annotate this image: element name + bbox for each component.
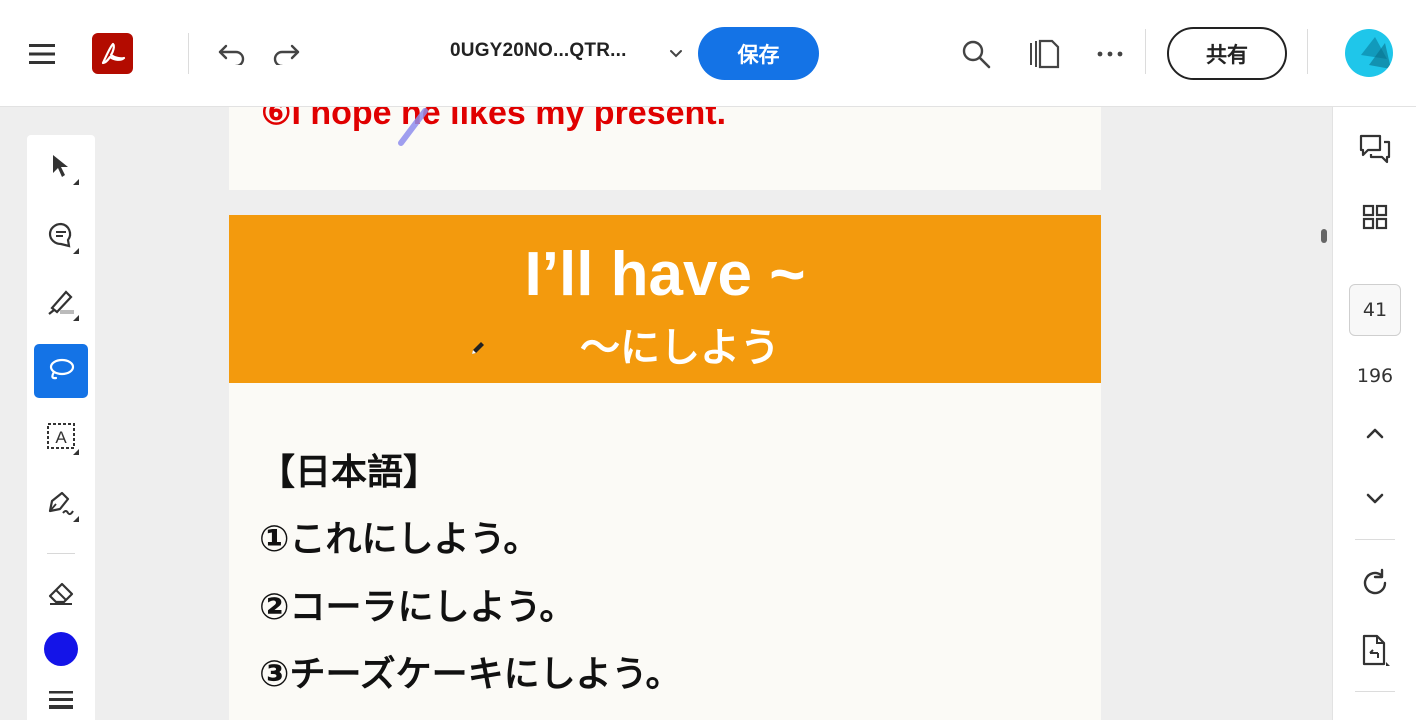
- eraser-icon: [46, 580, 76, 610]
- document-page-previous: ⑥I hope he likes my present.: [229, 107, 1101, 190]
- svg-text:A: A: [55, 428, 67, 447]
- redo-icon[interactable]: [268, 36, 304, 72]
- text-box-tool[interactable]: A: [34, 411, 88, 465]
- comments-icon[interactable]: [1333, 129, 1416, 169]
- select-tool[interactable]: [34, 141, 88, 195]
- stroke-lines-icon: [48, 689, 74, 715]
- save-button[interactable]: 保存: [698, 27, 819, 80]
- document-filename[interactable]: 0UGY20NO...QTR...: [450, 40, 627, 62]
- pen-annotation-stroke: [398, 108, 428, 146]
- tool-divider: [47, 553, 75, 554]
- pencil-cursor-icon: [469, 339, 487, 361]
- japanese-line-3: ③チーズケーキにしよう。: [259, 654, 682, 695]
- chevron-down-icon[interactable]: [664, 42, 688, 66]
- text-box-icon: A: [46, 422, 76, 454]
- lasso-draw-tool[interactable]: [34, 344, 88, 398]
- color-dot[interactable]: [44, 632, 78, 666]
- pages-icon[interactable]: [1024, 34, 1064, 74]
- total-pages: 196: [1356, 365, 1394, 387]
- toolbar-divider: [1307, 29, 1308, 74]
- more-icon[interactable]: [1090, 34, 1130, 74]
- stroke-menu[interactable]: [34, 675, 88, 720]
- banner-subtitle: 〜にしよう: [580, 325, 780, 371]
- adobe-acrobat-logo[interactable]: [92, 33, 133, 74]
- document-page-current: I’ll have ~ 〜にしよう 【日本語】 ①これにしよう。 ②コーラにしよ…: [229, 215, 1101, 720]
- title-banner: I’ll have ~ 〜にしよう: [229, 215, 1101, 383]
- share-button[interactable]: 共有: [1167, 27, 1287, 80]
- chevron-up-icon[interactable]: [1333, 415, 1416, 451]
- left-tool-rail: A: [27, 135, 95, 720]
- highlighter-icon: [46, 288, 76, 320]
- document-icon[interactable]: [1333, 629, 1416, 673]
- current-page-input[interactable]: 41: [1349, 284, 1401, 336]
- eraser-tool[interactable]: [34, 568, 88, 622]
- toolbar-divider: [188, 33, 189, 74]
- undo-icon[interactable]: [214, 36, 250, 72]
- scrollbar-thumb[interactable]: [1321, 229, 1327, 243]
- toolbar-divider: [1145, 29, 1146, 74]
- highlight-tool[interactable]: [34, 277, 88, 331]
- sign-tool[interactable]: [34, 478, 88, 532]
- cursor-arrow-icon: [50, 153, 72, 183]
- japanese-line-2: ②コーラにしよう。: [259, 587, 576, 628]
- banner-title: I’ll have ~: [524, 240, 806, 309]
- japanese-heading: 【日本語】: [259, 452, 440, 493]
- hamburger-menu-icon[interactable]: [24, 36, 60, 72]
- right-rail: 41 196: [1332, 107, 1416, 720]
- avatar[interactable]: [1345, 29, 1393, 77]
- lasso-icon: [46, 357, 76, 385]
- rail-divider: [1355, 691, 1395, 692]
- pen-sign-icon: [46, 489, 76, 521]
- search-icon[interactable]: [956, 34, 996, 74]
- chevron-down-icon[interactable]: [1333, 481, 1416, 517]
- comment-icon: [47, 221, 75, 253]
- japanese-line-1: ①これにしよう。: [259, 519, 540, 560]
- rail-divider: [1355, 539, 1395, 540]
- grid-icon[interactable]: [1333, 197, 1416, 237]
- refresh-icon[interactable]: [1333, 563, 1416, 603]
- top-toolbar: 0UGY20NO...QTR... 保存 共有: [0, 0, 1416, 107]
- comment-tool[interactable]: [34, 210, 88, 264]
